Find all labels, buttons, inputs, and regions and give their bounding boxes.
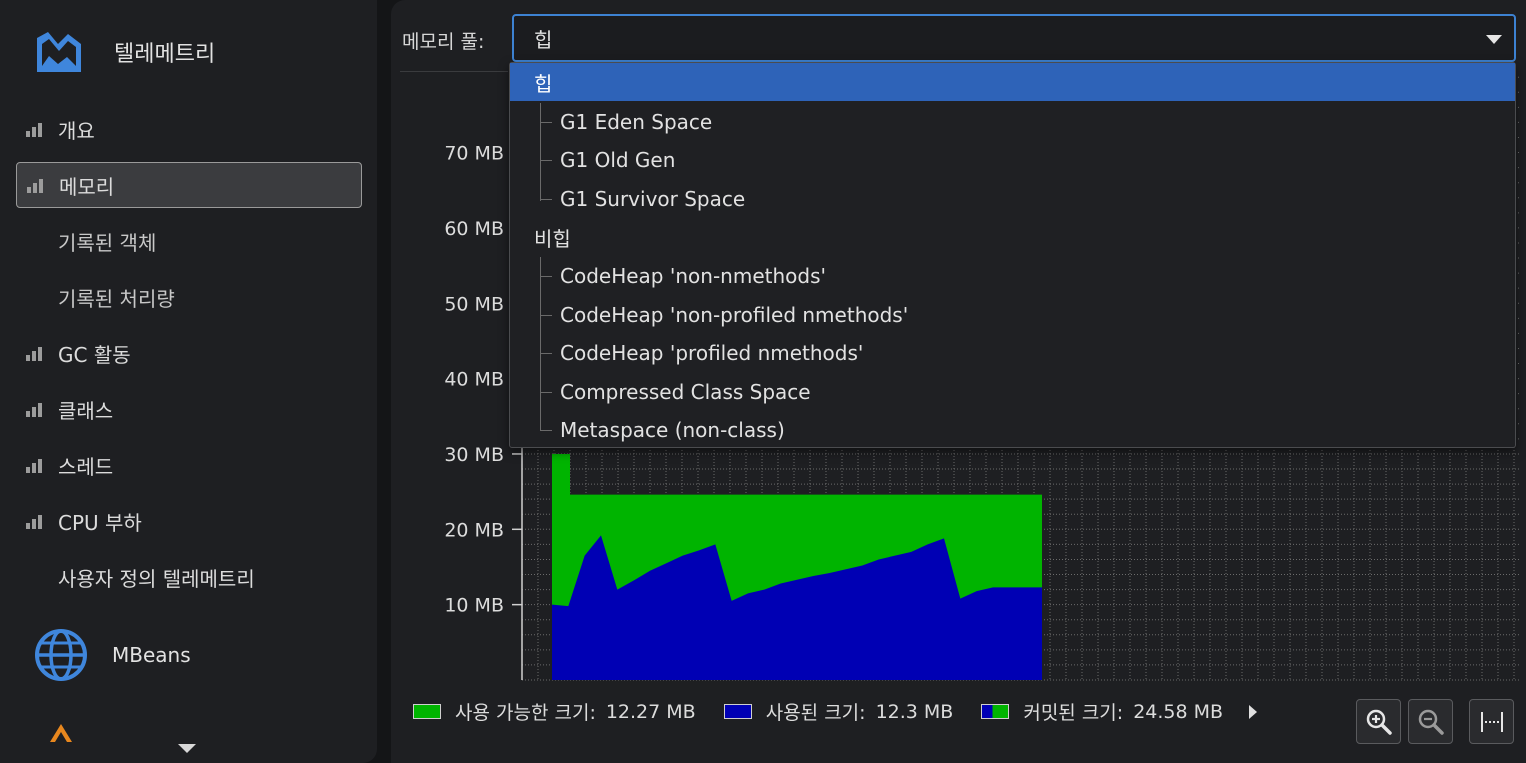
option-label: CodeHeap 'non-nmethods': [560, 264, 826, 288]
legend-value: 24.58 MB: [1133, 700, 1224, 723]
sidebar-item-custom-telemetry[interactable]: 사용자 정의 텔레메트리: [16, 554, 362, 600]
mbeans-section-header[interactable]: MBeans: [34, 628, 191, 682]
bar-chart-icon: [26, 121, 46, 137]
legend-item-committed: 커밋된 크기: 24.58 MB: [981, 698, 1223, 725]
y-tick-label: 30 MB: [444, 444, 504, 466]
tree-line: [540, 353, 552, 354]
sidebar-item-label: 스레드: [58, 454, 114, 479]
legend-swatch: [723, 704, 752, 719]
sidebar-item-memory[interactable]: 메모리: [16, 162, 362, 208]
option-label: Compressed Class Space: [560, 380, 811, 404]
sidebar-item-label: 메모리: [59, 174, 115, 199]
memory-pool-select[interactable]: 힙: [512, 14, 1516, 62]
globe-icon: [35, 629, 87, 681]
dropdown-option-codeheap-non-profiled[interactable]: CodeHeap 'non-profiled nmethods': [510, 296, 1515, 334]
legend-swatch: [981, 704, 1010, 719]
bar-chart-icon: [26, 513, 46, 529]
bar-chart-icon: [27, 177, 47, 193]
legend-label: 사용 가능한 크기:: [455, 702, 596, 724]
dropdown-option-heap[interactable]: 힙: [510, 63, 1515, 101]
legend-value: 12.27 MB: [605, 700, 696, 723]
tree-line: [540, 199, 552, 200]
y-tick-label: 60 MB: [444, 218, 504, 240]
option-label: 비힙: [534, 226, 571, 251]
dropdown-option-g1-old-gen[interactable]: G1 Old Gen: [510, 141, 1515, 179]
dropdown-option-codeheap-profiled[interactable]: CodeHeap 'profiled nmethods': [510, 334, 1515, 372]
tree-line: [540, 103, 541, 201]
tree-line: [540, 276, 552, 277]
telemetry-section-header[interactable]: 텔레메트리: [34, 30, 215, 74]
option-label: G1 Old Gen: [560, 148, 676, 172]
telemetry-icon: [37, 32, 81, 72]
dropdown-option-g1-eden[interactable]: G1 Eden Space: [510, 103, 1515, 141]
y-tick-label: 10 MB: [444, 595, 504, 617]
tree-line: [540, 160, 552, 161]
option-label: G1 Eden Space: [560, 110, 713, 134]
bar-chart-icon: [26, 401, 46, 417]
legend-more-arrow-icon[interactable]: [1249, 704, 1258, 719]
sidebar-item-label: 클래스: [58, 398, 114, 423]
next-section-icon: [50, 724, 72, 742]
legend-label: 사용된 크기:: [765, 702, 866, 724]
fit-width-icon: [1480, 711, 1503, 732]
sidebar-item-gc-activity[interactable]: GC 활동: [16, 330, 362, 376]
sidebar-item-label: CPU 부하: [58, 510, 142, 535]
dropdown-option-codeheap-non-nmethods[interactable]: CodeHeap 'non-nmethods': [510, 257, 1515, 295]
sidebar-item-cpu-load[interactable]: CPU 부하: [16, 498, 362, 544]
mbeans-label: MBeans: [112, 643, 191, 667]
telemetry-label: 텔레메트리: [114, 42, 216, 67]
chevron-down-icon[interactable]: [1486, 35, 1502, 44]
dropdown-option-non-heap[interactable]: 비힙: [510, 218, 1515, 256]
legend-swatch: [413, 704, 441, 719]
y-tick-label: 40 MB: [444, 369, 504, 391]
sidebar-item-threads[interactable]: 스레드: [16, 442, 362, 488]
legend-item-used: 사용된 크기: 12.3 MB: [723, 698, 954, 725]
option-label: Metaspace (non-class): [560, 418, 785, 442]
sidebar-item-label: 사용자 정의 텔레메트리: [58, 566, 255, 591]
option-label: CodeHeap 'non-profiled nmethods': [560, 303, 909, 327]
tree-line: [540, 257, 541, 431]
sidebar-item-label: GC 활동: [58, 342, 131, 367]
option-label: 힙: [534, 71, 553, 96]
legend-value: 12.3 MB: [875, 700, 954, 723]
sidebar-item-recorded-throughput[interactable]: 기록된 처리량: [16, 274, 362, 320]
tree-line: [540, 315, 552, 316]
legend-item-free: 사용 가능한 크기: 12.27 MB: [413, 698, 696, 725]
chart-legend: 사용 가능한 크기: 12.27 MB 사용된 크기: 12.3 MB 커밋된 …: [413, 698, 1258, 725]
option-label: G1 Survivor Space: [560, 187, 746, 211]
zoom-out-button[interactable]: [1408, 699, 1453, 744]
tree-line: [540, 430, 552, 431]
bar-chart-icon: [26, 345, 46, 361]
y-tick-label: 70 MB: [444, 143, 504, 165]
y-tick-label: 50 MB: [444, 293, 504, 315]
sidebar-item-label: 기록된 객체: [58, 230, 157, 255]
option-label: CodeHeap 'profiled nmethods': [560, 341, 864, 365]
y-tick-label: 20 MB: [444, 519, 504, 541]
sidebar-item-label: 기록된 처리량: [58, 286, 175, 311]
tree-line: [540, 122, 552, 123]
dropdown-option-g1-survivor[interactable]: G1 Survivor Space: [510, 180, 1515, 218]
sidebar-item-recorded-objects[interactable]: 기록된 객체: [16, 218, 362, 264]
memory-pool-selected-value: 힙: [534, 27, 553, 52]
sidebar-item-overview[interactable]: 개요: [16, 106, 362, 152]
memory-pool-dropdown[interactable]: 힙 G1 Eden Space G1 Old Gen G1 Survivor S…: [509, 62, 1516, 448]
zoom-out-icon: [1418, 709, 1444, 735]
legend-label: 커밋된 크기:: [1023, 702, 1124, 724]
scroll-down-arrow-icon[interactable]: [178, 744, 196, 753]
zoom-in-button[interactable]: [1356, 699, 1401, 744]
memory-pool-label: 메모리 풀:: [402, 31, 485, 53]
fit-to-window-button[interactable]: [1469, 699, 1514, 744]
sidebar: 텔레메트리 개요 메모리 기록된 객체 기록된 처리량 GC 활동 클래스 스레…: [0, 0, 377, 763]
dropdown-option-metaspace[interactable]: Metaspace (non-class): [510, 411, 1515, 449]
sidebar-item-label: 개요: [58, 118, 95, 143]
zoom-in-icon: [1366, 709, 1392, 735]
dropdown-option-compressed-class-space[interactable]: Compressed Class Space: [510, 373, 1515, 411]
tree-line: [540, 392, 552, 393]
bar-chart-icon: [26, 457, 46, 473]
sidebar-item-classes[interactable]: 클래스: [16, 386, 362, 432]
